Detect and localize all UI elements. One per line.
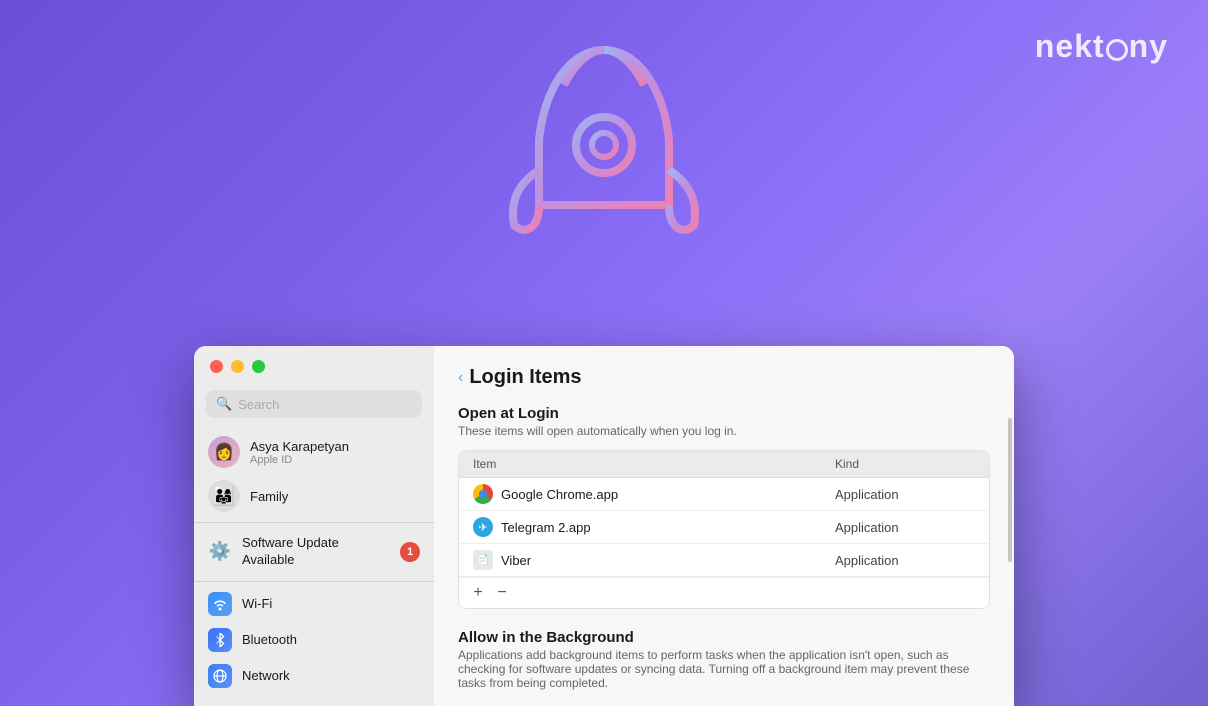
sidebar-item-family[interactable]: 👨‍👩‍👧 Family xyxy=(194,474,434,518)
app-name: Google Chrome.app xyxy=(501,487,835,502)
family-icon: 👨‍👩‍👧 xyxy=(208,480,240,512)
system-preferences-window: 🔍 Search 👩 Asya Karapetyan Apple ID 👨‍👩‍… xyxy=(194,346,1014,706)
bluetooth-label: Bluetooth xyxy=(242,632,297,647)
user-info: Asya Karapetyan Apple ID xyxy=(250,439,349,466)
network-icon xyxy=(208,664,232,688)
sidebar-item-user[interactable]: 👩 Asya Karapetyan Apple ID xyxy=(194,430,434,474)
app-kind: Application xyxy=(835,520,975,535)
user-subtitle: Apple ID xyxy=(250,454,349,466)
user-name: Asya Karapetyan xyxy=(250,439,349,454)
close-button[interactable] xyxy=(210,360,223,373)
software-update-label: Software Update Available xyxy=(242,535,390,569)
traffic-lights xyxy=(210,360,265,373)
telegram-icon: ✈ xyxy=(473,517,493,537)
app-kind: Application xyxy=(835,487,975,502)
table-header: Item Kind xyxy=(459,451,989,478)
sidebar: 🔍 Search 👩 Asya Karapetyan Apple ID 👨‍👩‍… xyxy=(194,346,434,706)
search-icon: 🔍 xyxy=(216,396,232,412)
sidebar-item-bluetooth[interactable]: Bluetooth xyxy=(194,622,434,658)
chrome-icon xyxy=(473,484,493,504)
sidebar-item-network[interactable]: Network xyxy=(194,658,434,694)
col-header-item: Item xyxy=(473,457,835,471)
open-at-login-subtitle: These items will open automatically when… xyxy=(458,424,990,438)
allow-background-subtitle: Applications add background items to per… xyxy=(458,648,990,690)
minimize-button[interactable] xyxy=(231,360,244,373)
bluetooth-icon xyxy=(208,628,232,652)
rocket-illustration xyxy=(484,30,724,320)
app-name: Viber xyxy=(501,553,835,568)
add-item-button[interactable]: + xyxy=(467,582,489,604)
maximize-button[interactable] xyxy=(252,360,265,373)
family-label: Family xyxy=(250,489,288,504)
table-row[interactable]: Google Chrome.app Application xyxy=(459,478,989,511)
table-actions: + − xyxy=(459,577,989,608)
software-update-icon: ⚙️ xyxy=(208,540,232,564)
wifi-icon xyxy=(208,592,232,616)
allow-background-title: Allow in the Background xyxy=(458,629,990,646)
search-placeholder: Search xyxy=(238,397,279,412)
network-label: Network xyxy=(242,668,290,683)
open-at-login-title: Open at Login xyxy=(458,405,990,422)
sidebar-divider-2 xyxy=(194,581,434,582)
page-title: Login Items xyxy=(469,366,581,389)
login-items-table: Item Kind Google Chrome.app Application … xyxy=(458,450,990,609)
search-bar[interactable]: 🔍 Search xyxy=(206,390,422,418)
col-header-kind: Kind xyxy=(835,457,975,471)
sidebar-item-wifi[interactable]: Wi-Fi xyxy=(194,586,434,622)
back-chevron-icon[interactable]: ‹ xyxy=(458,369,463,387)
update-badge: 1 xyxy=(400,542,420,562)
sidebar-divider xyxy=(194,522,434,523)
nektony-logo: nektny xyxy=(1035,28,1168,65)
user-avatar: 👩 xyxy=(208,436,240,468)
scrollbar-thumb xyxy=(1008,418,1012,562)
wifi-label: Wi-Fi xyxy=(242,596,272,611)
app-name: Telegram 2.app xyxy=(501,520,835,535)
main-content: ‹ Login Items Open at Login These items … xyxy=(434,346,1014,706)
remove-item-button[interactable]: − xyxy=(491,582,513,604)
back-nav: ‹ Login Items xyxy=(458,366,990,389)
scrollbar[interactable] xyxy=(1006,346,1014,706)
sidebar-item-software-update[interactable]: ⚙️ Software Update Available 1 xyxy=(194,527,434,577)
viber-icon: 📄 xyxy=(473,550,493,570)
table-row[interactable]: 📄 Viber Application xyxy=(459,544,989,577)
allow-background-section: Allow in the Background Applications add… xyxy=(458,629,990,690)
app-kind: Application xyxy=(835,553,975,568)
table-row[interactable]: ✈ Telegram 2.app Application xyxy=(459,511,989,544)
